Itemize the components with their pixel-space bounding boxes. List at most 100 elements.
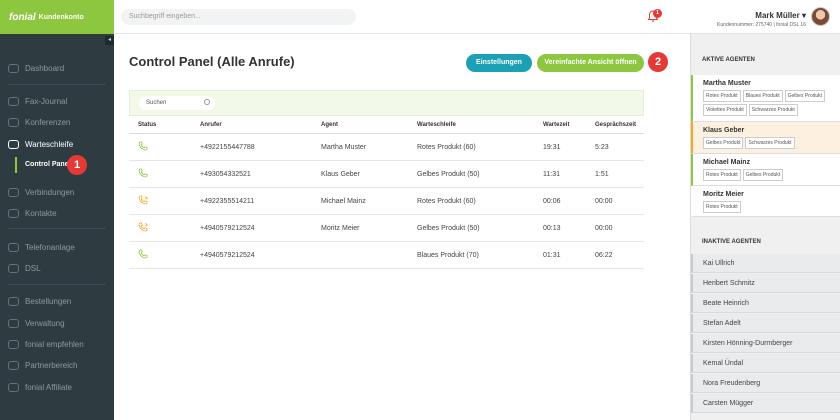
agent-queue-tags: Gelbes Produkt Schwarzes Produkt [703, 137, 840, 149]
pbx-icon [8, 242, 19, 252]
active-agents-heading: AKTIVE AGENTEN [702, 57, 755, 63]
agent-queue-tags: Rotes Produkt Blaues Produkt Gelbes Produk… [703, 90, 840, 116]
connections-icon [8, 187, 19, 197]
active-agent-card[interactable]: Moritz Meier Rotes Produkt [691, 186, 840, 217]
sidebar-item-partnerbereich[interactable]: Partnerbereich [0, 357, 114, 373]
sidebar-item-bestellungen[interactable]: Bestellungen [0, 293, 114, 309]
avatar[interactable] [811, 7, 830, 26]
sidebar-item-dashboard[interactable]: Dashboard [0, 60, 114, 76]
active-agent-card[interactable]: Martha Muster Rotes Produkt Blaues Produkt… [691, 75, 840, 122]
inactive-agent-item[interactable]: Nora Freudenberg [691, 374, 840, 393]
user-name: Mark Müller [755, 11, 800, 20]
cell-wait: 00:06 [543, 198, 561, 205]
top-bar: fonial Kundenkonto Suchbegriff eingeben.… [0, 0, 840, 34]
sidebar-item-kontakte[interactable]: Kontakte [0, 205, 114, 221]
sidebar-item-label: Konferenzen [25, 117, 71, 127]
simplified-view-button[interactable]: Vereinfachte Ansicht öffnen [537, 54, 644, 72]
queue-tag: Violettes Produkt [703, 104, 747, 116]
inactive-agent-item[interactable]: Kirsten Hönning-Durmberger [691, 334, 840, 353]
column-header-agent[interactable]: Agent [321, 122, 338, 128]
chevron-down-icon: ▾ [801, 11, 806, 20]
column-header-talk-time[interactable]: Gesprächszeit [595, 122, 636, 128]
conference-icon [8, 117, 19, 127]
phone-waiting-icon [138, 249, 148, 259]
cell-talk: 00:00 [595, 225, 613, 232]
sidebar-item-verbindungen[interactable]: Verbindungen [0, 184, 114, 200]
cell-agent: Michael Mainz [321, 198, 366, 205]
brand-subtitle: Kundenkonto [38, 13, 84, 21]
sidebar-item-fonial-affiliate[interactable]: fonial Affiliate [0, 379, 114, 395]
sidebar-item-warteschleife[interactable]: Warteschleife [0, 136, 114, 152]
user-menu[interactable]: Mark Müller ▾ Kundennummer: 275740 | fon… [717, 11, 806, 28]
step-marker-1: 1 [67, 155, 87, 175]
search-icon [204, 99, 210, 105]
table-row[interactable]: +4922355514211 Michael Mainz Rotes Produkt… [129, 188, 644, 215]
table-row[interactable]: +493054332521 Klaus Geber Gelbes Produkt (… [129, 161, 644, 188]
queue-tag: Gelbes Produkt [742, 169, 784, 181]
active-agent-card[interactable]: Klaus Geber Gelbes Produkt Schwarzes Produ… [691, 122, 840, 154]
cell-agent: Martha Muster [321, 144, 367, 151]
cell-wait: 19:31 [543, 144, 561, 151]
active-agent-card[interactable]: Michael Mainz Rotes Produkt Gelbes Produkt [691, 154, 840, 186]
column-header-status[interactable]: Status [138, 122, 156, 128]
phone-ringing-icon [138, 195, 148, 205]
queue-icon [8, 139, 19, 149]
column-header-wait-time[interactable]: Wartezeit [543, 122, 569, 128]
step-marker-2: 2 [648, 52, 668, 72]
queue-tag: Gelbes Produkt [784, 90, 826, 102]
search-input[interactable]: Suchbegriff eingeben... [121, 9, 356, 25]
gear-icon [8, 318, 19, 328]
table-header: Status Anrufer Agent Warteschleife Warte… [129, 118, 644, 134]
sidebar-item-telefonanlage[interactable]: Telefonanlage [0, 239, 114, 255]
wifi-icon [8, 263, 19, 273]
inactive-agent-item[interactable]: Beate Heinrich [691, 294, 840, 313]
queue-tag: Rotes Produkt [703, 90, 741, 102]
brand-logo[interactable]: fonial Kundenkonto [0, 0, 114, 34]
sidebar-item-fonial-empfehlen[interactable]: fonial empfehlen [0, 336, 114, 352]
collapse-sidebar-icon[interactable]: ◂ [105, 36, 114, 45]
table-row[interactable]: +4922155447788 Martha Muster Rotes Produkt… [129, 134, 644, 161]
inactive-agent-item[interactable]: Stefan Adelt [691, 314, 840, 333]
contacts-icon [8, 208, 19, 218]
column-header-queue[interactable]: Warteschleife [417, 122, 456, 128]
cell-queue: Gelbes Produkt (50) [417, 171, 480, 178]
fax-icon [8, 96, 19, 106]
queue-tag: Rotes Produkt [703, 201, 741, 213]
divider [8, 84, 106, 85]
agent-queue-tags: Rotes Produkt Gelbes Produkt [703, 169, 840, 181]
inactive-agent-item[interactable]: Carsten Mügger [691, 394, 840, 413]
table-row[interactable]: +4940579212524 Blaues Produkt (70) 01:31 06… [129, 242, 644, 269]
inactive-agent-item[interactable]: Kemal Ündal [691, 354, 840, 373]
sidebar-item-label: Bestellungen [25, 296, 72, 306]
sidebar: ◂ Dashboard Fax-Journal Konferenzen Wart… [0, 34, 114, 420]
user-meta: Kundennummer: 275740 | fonial DSL 16 [717, 22, 806, 28]
cell-agent: Klaus Geber [321, 171, 360, 178]
sidebar-item-verwaltung[interactable]: Verwaltung [0, 315, 114, 331]
inactive-agent-item[interactable]: Kai Ullrich [691, 254, 840, 273]
table-row[interactable]: +4940579212524 Moritz Meier Gelbes Produkt… [129, 215, 644, 242]
sidebar-item-label: Warteschleife [25, 139, 74, 149]
cell-wait: 01:31 [543, 252, 561, 259]
cell-caller: +4940579212524 [200, 252, 255, 259]
partner-icon [8, 360, 19, 370]
sidebar-item-konferenzen[interactable]: Konferenzen [0, 114, 114, 130]
queue-tag: Rotes Produkt [703, 169, 741, 181]
sidebar-item-label: Kontakte [25, 208, 57, 218]
divider [8, 228, 106, 229]
sidebar-item-dsl[interactable]: DSL [0, 260, 114, 276]
table-search-placeholder: Suchen [146, 100, 167, 106]
sidebar-item-control-panel[interactable]: Control Panel [15, 157, 71, 173]
sidebar-item-fax-journal[interactable]: Fax-Journal [0, 93, 114, 109]
sidebar-item-label: Verbindungen [25, 187, 75, 197]
brand-name: fonial [9, 11, 36, 23]
inactive-agents-heading: INAKTIVE AGENTEN [702, 239, 761, 245]
table-search-input[interactable]: Suchen [139, 96, 215, 110]
column-header-caller[interactable]: Anrufer [200, 122, 222, 128]
cell-wait: 11:31 [543, 171, 560, 178]
cell-caller: +493054332521 [200, 171, 251, 178]
queue-tag: Schwarzes Produkt [745, 137, 795, 149]
agent-queue-tags: Rotes Produkt [703, 201, 840, 213]
queue-tag: Gelbes Produkt [703, 137, 744, 149]
inactive-agent-item[interactable]: Heribert Schmitz [691, 274, 840, 293]
settings-button[interactable]: Einstellungen [466, 54, 532, 72]
